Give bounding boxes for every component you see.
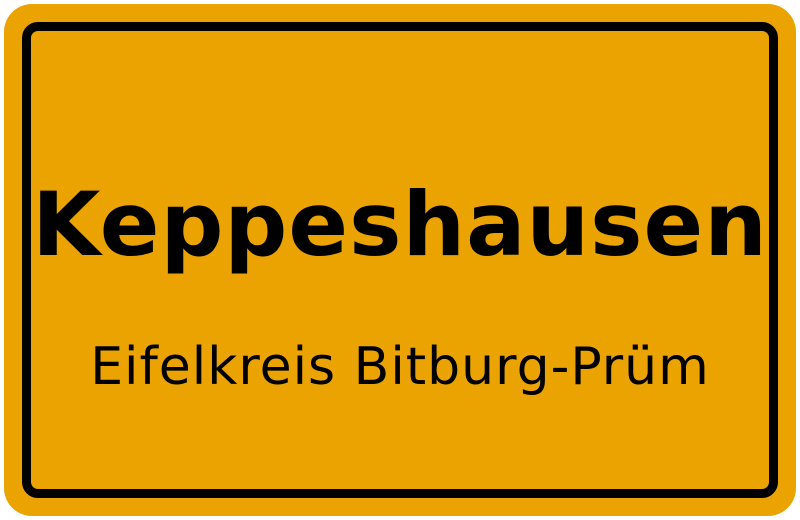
place-name: Keppeshausen: [32, 173, 768, 276]
district-name: Eifelkreis Bitburg-Prüm: [90, 337, 710, 397]
